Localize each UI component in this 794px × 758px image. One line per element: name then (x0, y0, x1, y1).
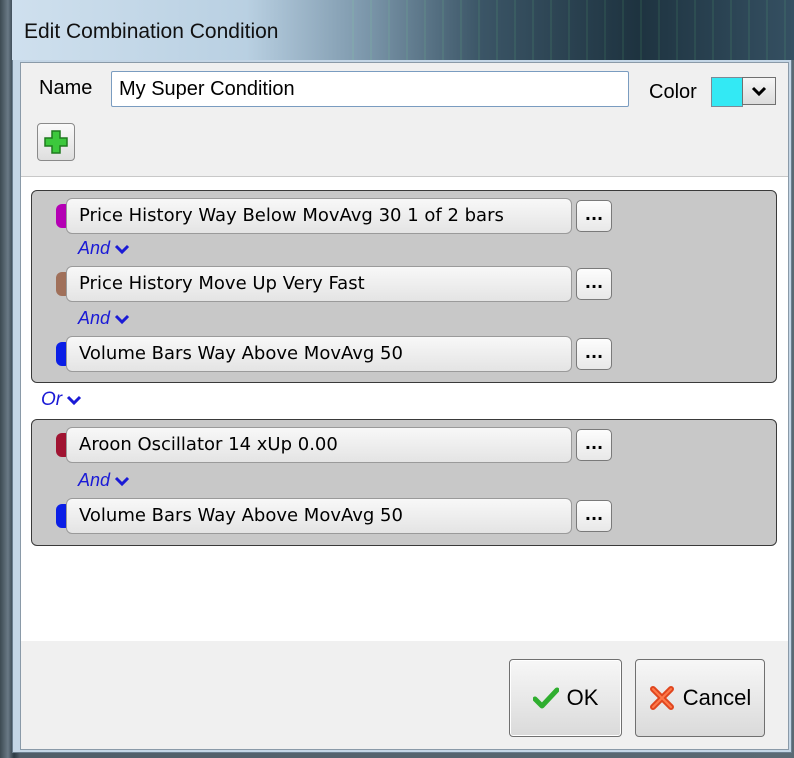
condition-label[interactable]: Price History Way Below MovAvg 30 1 of 2… (66, 198, 572, 234)
name-label: Name (39, 77, 93, 99)
x-icon (649, 686, 674, 710)
condition-label[interactable]: Volume Bars Way Above MovAvg 50 (66, 336, 572, 372)
condition-edit-button[interactable]: ... (576, 200, 612, 232)
condition-label[interactable]: Volume Bars Way Above MovAvg 50 (66, 498, 572, 534)
window-title: Edit Combination Condition (24, 20, 279, 43)
chevron-down-icon (114, 314, 130, 324)
chevron-down-icon (67, 395, 82, 406)
cancel-button-label: Cancel (682, 685, 752, 710)
add-condition-button[interactable] (37, 123, 75, 161)
ok-button[interactable]: OK (509, 659, 622, 737)
condition-label[interactable]: Aroon Oscillator 14 xUp 0.00 (66, 427, 572, 463)
color-swatch[interactable] (711, 77, 743, 107)
and-operator-dropdown[interactable]: And (78, 470, 130, 491)
condition-row[interactable]: Price History Move Up Very Fast ... (56, 266, 612, 302)
checkmark-icon (532, 687, 559, 709)
chevron-down-icon (751, 86, 767, 97)
dialog-client-area: Name Color Price History Way Below MovAv… (20, 62, 789, 750)
condition-label[interactable]: Price History Move Up Very Fast (66, 266, 572, 302)
condition-row[interactable]: Price History Way Below MovAvg 30 1 of 2… (56, 198, 612, 234)
condition-edit-button[interactable]: ... (576, 268, 612, 300)
ok-button-label: OK (566, 685, 599, 710)
window-titlebar[interactable]: Edit Combination Condition (12, 0, 794, 60)
color-label: Color (649, 81, 697, 103)
condition-edit-button[interactable]: ... (576, 500, 612, 532)
condition-group-2: Aroon Oscillator 14 xUp 0.00 ... And Vol… (31, 419, 777, 546)
chevron-down-icon (114, 476, 130, 486)
operator-label: Or (41, 389, 63, 410)
button-panel: OK Cancel (21, 641, 788, 749)
operator-label: And (78, 238, 111, 258)
operator-label: And (78, 470, 111, 490)
condition-row[interactable]: Aroon Oscillator 14 xUp 0.00 ... (56, 427, 612, 463)
condition-row[interactable]: Volume Bars Way Above MovAvg 50 ... (56, 498, 612, 534)
plus-icon (44, 130, 68, 154)
cancel-button[interactable]: Cancel (635, 659, 765, 737)
condition-row[interactable]: Volume Bars Way Above MovAvg 50 ... (56, 336, 612, 372)
and-operator-dropdown[interactable]: And (78, 238, 130, 259)
header-panel: Name Color (21, 63, 788, 177)
chevron-down-icon (114, 244, 130, 254)
condition-group-1: Price History Way Below MovAvg 30 1 of 2… (31, 190, 777, 383)
condition-edit-button[interactable]: ... (576, 338, 612, 370)
or-operator-dropdown[interactable]: Or (41, 389, 82, 411)
and-operator-dropdown[interactable]: And (78, 308, 130, 329)
condition-edit-button[interactable]: ... (576, 429, 612, 461)
operator-label: And (78, 308, 111, 328)
color-dropdown-button[interactable] (742, 77, 776, 105)
name-input[interactable] (111, 71, 629, 107)
